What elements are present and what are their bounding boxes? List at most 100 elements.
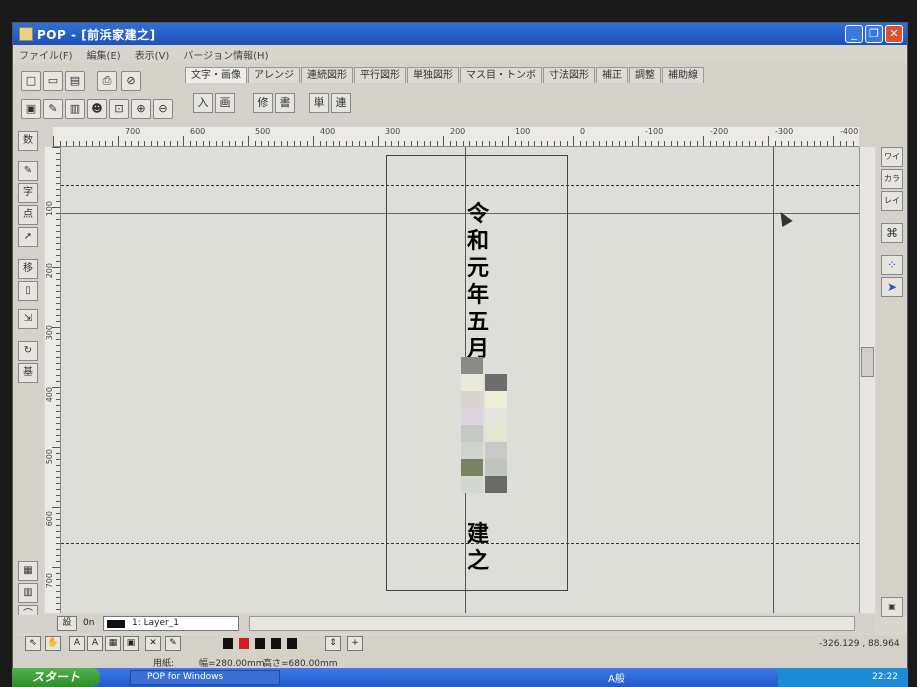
layer-settings-button[interactable]: 設 xyxy=(57,616,77,631)
bars-icon[interactable]: ▥ xyxy=(18,583,38,603)
save-icon[interactable]: ▣ xyxy=(21,99,41,119)
ruler-tick xyxy=(755,141,756,146)
hand-icon[interactable]: ✋ xyxy=(45,636,61,651)
palette-icon[interactable]: ▦ xyxy=(18,561,38,581)
color-swatch-black-1[interactable] xyxy=(223,638,233,649)
tab-dimension[interactable]: 寸法図形 xyxy=(543,67,595,83)
ruler-tick xyxy=(436,141,438,146)
text-a-icon[interactable]: A xyxy=(69,636,85,651)
zoom-fit-icon[interactable]: ⊡ xyxy=(109,99,129,119)
ruler-tick xyxy=(820,141,821,146)
char-tool[interactable]: 字 xyxy=(18,183,38,203)
menu-version[interactable]: バージョン情報(H) xyxy=(183,47,268,62)
paste-icon[interactable]: ▤ xyxy=(65,71,85,91)
wire-tool[interactable]: ワイ xyxy=(881,147,903,167)
arrow-icon[interactable]: ➚ xyxy=(18,227,38,247)
ruler-tick xyxy=(56,405,60,406)
continuous-button[interactable]: 連 xyxy=(331,93,351,113)
tab-correction[interactable]: 補正 xyxy=(596,67,628,83)
ruler-tick xyxy=(56,411,60,412)
brush-icon[interactable]: ✎ xyxy=(43,99,63,119)
play-arrow-icon[interactable]: ➤ xyxy=(881,277,903,297)
ruler-tick xyxy=(56,417,60,418)
given-name-text[interactable]: 建 之 xyxy=(458,521,498,575)
zoom-out-icon[interactable]: ⊖ xyxy=(153,99,173,119)
point-tool[interactable]: 点 xyxy=(18,205,38,225)
single-button[interactable]: 単 xyxy=(309,93,329,113)
start-button[interactable]: スタート xyxy=(12,668,100,687)
input-button[interactable]: 入 xyxy=(193,93,213,113)
menu-edit[interactable]: 編集(E) xyxy=(87,47,121,62)
ruler-top-label: -100 xyxy=(645,127,664,136)
modify-button[interactable]: 修 xyxy=(253,93,273,113)
frame-icon[interactable]: ▯ xyxy=(18,281,38,301)
vertical-scrollbar[interactable] xyxy=(859,147,875,613)
layer-tool[interactable]: レイ xyxy=(881,191,903,211)
text-plain-icon[interactable]: A xyxy=(87,636,103,651)
outline-icon[interactable]: ▣ xyxy=(123,636,139,651)
date-text[interactable]: 令 和 元 年 五 月 xyxy=(458,201,498,363)
ruler-tick xyxy=(189,141,191,146)
tab-arrange[interactable]: アレンジ xyxy=(248,67,300,83)
ime-indicator[interactable]: A般 xyxy=(608,670,625,685)
rotate-icon[interactable]: ↻ xyxy=(18,341,38,361)
color-tool[interactable]: カラ xyxy=(881,169,903,189)
ruler-tick xyxy=(56,237,60,238)
measure-icon[interactable]: ⇲ xyxy=(18,309,38,329)
node-icon[interactable]: ⌘ xyxy=(881,223,903,243)
print-icon[interactable]: ⎙ xyxy=(97,71,117,91)
tab-text-image[interactable]: 文字・画像 xyxy=(185,67,247,83)
ruler-tick xyxy=(657,141,659,146)
ruler-tick xyxy=(586,141,587,146)
face-icon[interactable]: ☻ xyxy=(87,99,107,119)
grid-dots-icon[interactable]: ⁘ xyxy=(881,255,903,275)
tab-parallel-shape[interactable]: 平行図形 xyxy=(354,67,406,83)
image-button[interactable]: 画 xyxy=(215,93,235,113)
number-tool[interactable]: 数 xyxy=(18,131,38,151)
vertical-scroll-thumb[interactable] xyxy=(861,347,874,377)
pen-tool-icon[interactable]: ✎ xyxy=(165,636,181,651)
layer-select[interactable]: 1: Layer_1 xyxy=(103,616,239,631)
title-bar[interactable]: POP - [前浜家建之] _ ❐ ✕ xyxy=(13,23,907,45)
ruler-top-label: 400 xyxy=(320,127,336,136)
horizontal-scrollbar[interactable] xyxy=(249,616,855,631)
move-tool[interactable]: 移 xyxy=(18,259,38,279)
close-button[interactable]: ✕ xyxy=(885,25,903,43)
menu-file[interactable]: ファイル(F) xyxy=(19,47,73,62)
tab-grid-trim[interactable]: マス目・トンボ xyxy=(460,67,542,83)
write-button[interactable]: 書 xyxy=(275,93,295,113)
open-folder-icon[interactable]: ▭ xyxy=(43,71,63,91)
cross-icon[interactable]: ✕ xyxy=(145,636,161,651)
tab-adjust[interactable]: 調整 xyxy=(629,67,661,83)
ruler-tick xyxy=(618,141,620,146)
maximize-button[interactable]: ❐ xyxy=(865,25,883,43)
pen-icon[interactable]: ✎ xyxy=(18,161,38,181)
tab-guide[interactable]: 補助線 xyxy=(662,67,704,83)
taskbar-app-button[interactable]: POP for Windows xyxy=(130,670,280,685)
ruler-tick xyxy=(703,136,704,146)
ruler-tick xyxy=(56,321,60,322)
tab-continuous-shape[interactable]: 連続図形 xyxy=(301,67,353,83)
select-icon[interactable]: ⇖ xyxy=(25,636,41,651)
tab-single-shape[interactable]: 単独図形 xyxy=(407,67,459,83)
color-swatch-black-3[interactable] xyxy=(271,638,281,649)
base-tool[interactable]: 基 xyxy=(18,363,38,383)
color-swatch-black-4[interactable] xyxy=(287,638,297,649)
fill-icon[interactable]: ▦ xyxy=(105,636,121,651)
add-icon[interactable]: + xyxy=(347,636,363,651)
clipboard-icon[interactable]: ▥ xyxy=(65,99,85,119)
new-file-icon[interactable]: □ xyxy=(21,71,41,91)
monitor-icon[interactable]: ▣ xyxy=(881,597,903,617)
color-swatch-red[interactable] xyxy=(239,638,249,649)
color-swatch-black-2[interactable] xyxy=(255,638,265,649)
name-char-2: 之 xyxy=(466,548,489,574)
drawing-canvas[interactable]: 令 和 元 年 五 月 建 之 xyxy=(61,147,859,613)
ruler-tick xyxy=(105,141,106,146)
stepper-icon[interactable]: ⇕ xyxy=(325,636,341,651)
no-entry-icon[interactable]: ⊘ xyxy=(121,71,141,91)
ruler-tick xyxy=(397,141,399,146)
ruler-tick xyxy=(462,141,464,146)
zoom-in-icon[interactable]: ⊕ xyxy=(131,99,151,119)
menu-view[interactable]: 表示(V) xyxy=(135,47,170,62)
minimize-button[interactable]: _ xyxy=(845,25,863,43)
